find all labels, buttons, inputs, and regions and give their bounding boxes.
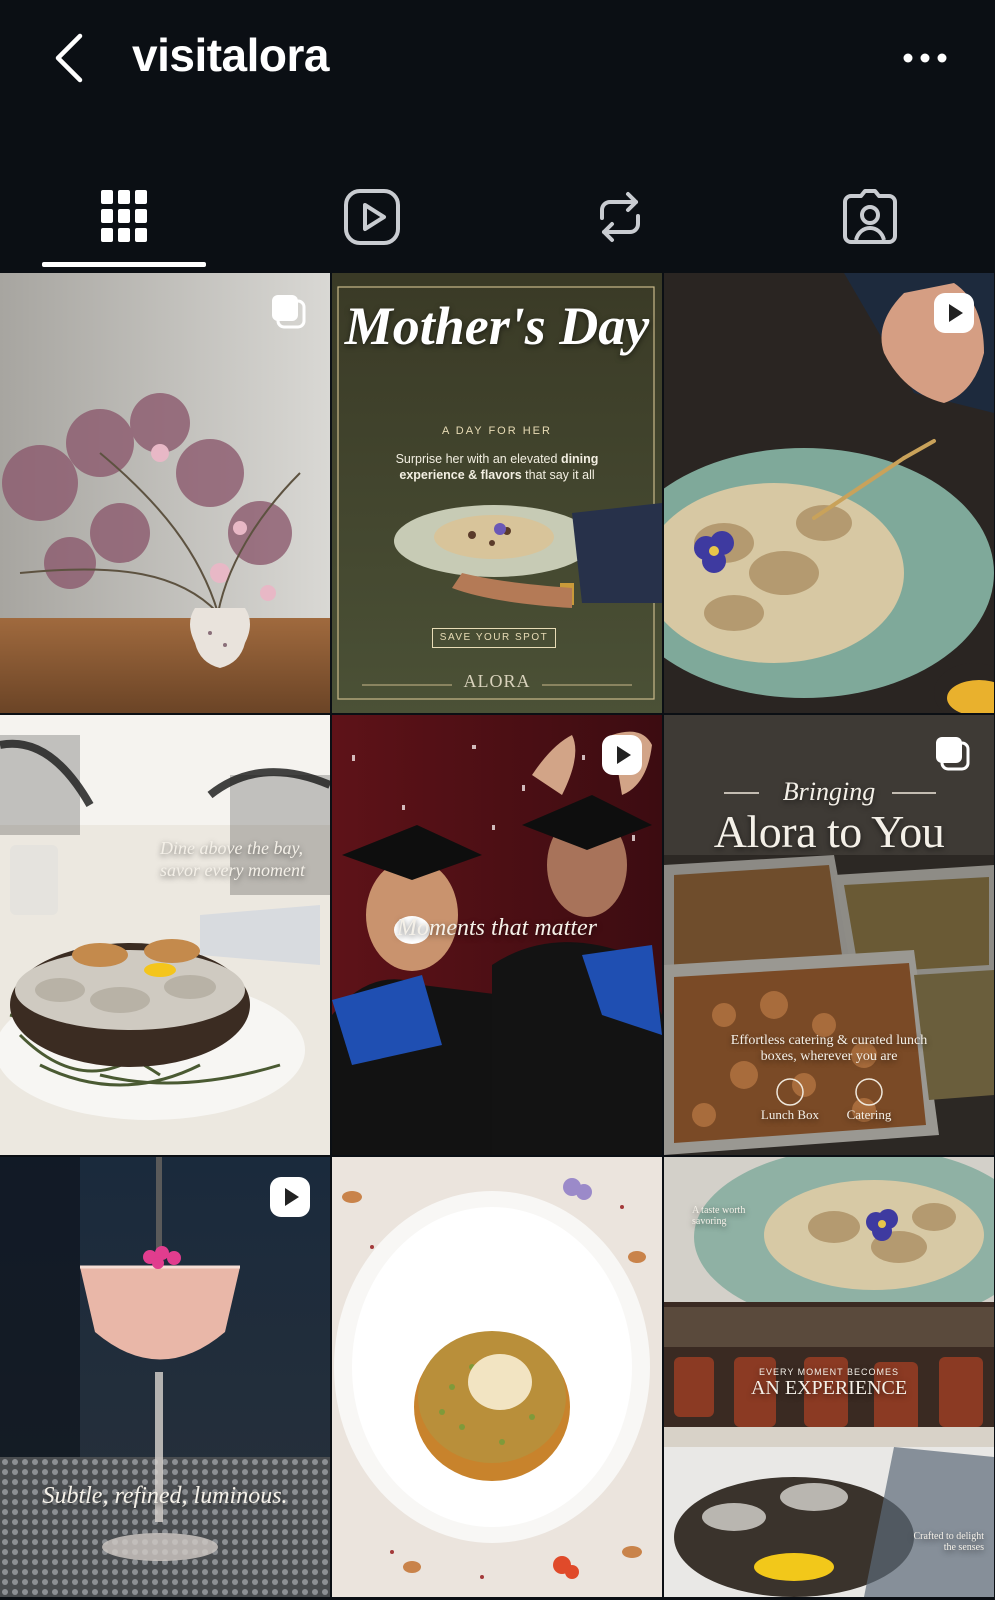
post-caption-overlay: Dine above the bay, savor every moment (160, 837, 310, 881)
reel-icon (934, 293, 974, 333)
post-tagline: A DAY FOR HER (442, 425, 552, 437)
reel-icon (270, 1177, 310, 1217)
post-thumbnail[interactable] (0, 273, 330, 713)
post-headline: Alora to You (713, 806, 945, 857)
post-image (332, 1157, 662, 1597)
post-headline: Mother's Day (344, 296, 650, 356)
post-thumbnail[interactable] (332, 1157, 662, 1597)
post-script-text: Bringing (782, 777, 876, 806)
post-image (0, 1157, 330, 1597)
post-body-bold: experience & flavors (399, 468, 522, 482)
post-caption-line: savor every moment (160, 860, 305, 880)
post-image (0, 715, 330, 1155)
post-caption-line: Crafted to delight (913, 1531, 984, 1542)
post-caption-overlay: A taste worth savoring (692, 1205, 812, 1227)
post-kicker: EVERY MOMENT BECOMES (758, 1367, 900, 1377)
post-thumbnail[interactable]: Subtle, refined, luminous. (0, 1157, 330, 1597)
post-caption-overlay: Moments that matter (397, 915, 597, 941)
post-thumbnail[interactable]: A taste worth savoring EVERY MOMENT BECO… (664, 1157, 994, 1597)
profile-username: visitalora (132, 29, 330, 81)
tagged-icon (843, 189, 897, 244)
post-body-part: Surprise her with an elevated (395, 452, 561, 466)
post-thumbnail[interactable]: Dine above the bay, savor every moment (0, 715, 330, 1155)
tab-reels[interactable] (327, 182, 417, 252)
tab-tagged[interactable] (825, 182, 915, 252)
reel-icon (602, 735, 642, 775)
chevron-left-icon (55, 33, 83, 83)
reposts-icon (600, 192, 640, 242)
post-image (0, 273, 330, 713)
post-body-bold: dining (560, 452, 599, 466)
carousel-icon (936, 737, 970, 771)
post-body-part: that say it all (521, 468, 595, 482)
post-headline: AN EXPERIENCE (750, 1377, 908, 1399)
back-button[interactable] (48, 30, 88, 86)
post-caption-line: savoring (692, 1216, 727, 1227)
post-caption-line: the senses (943, 1542, 984, 1553)
grid-icon (101, 190, 147, 242)
post-thumbnail[interactable] (664, 273, 994, 713)
post-caption-line: boxes, wherever you are (760, 1049, 898, 1064)
tab-reposts[interactable] (575, 182, 665, 252)
active-tab-indicator (42, 262, 206, 267)
more-icon (903, 53, 947, 63)
save-your-spot-label: SAVE YOUR SPOT (432, 628, 556, 648)
profile-header: visitalora (0, 0, 995, 120)
post-caption-line: A taste worth (692, 1205, 746, 1216)
catering-label: Catering (846, 1107, 892, 1122)
brand-logo: ALORA (463, 671, 531, 691)
post-caption-overlay: Effortless catering & curated lunch boxe… (694, 1033, 964, 1065)
post-caption-line: Dine above the bay, (160, 838, 303, 858)
post-caption-overlay: Crafted to delight the senses (864, 1531, 984, 1553)
more-options-button[interactable] (900, 44, 950, 72)
reels-icon (344, 189, 400, 245)
lunch-box-label: Lunch Box (760, 1107, 820, 1122)
post-thumbnail[interactable]: Mother's Day A DAY FOR HER Surprise her … (332, 273, 662, 713)
post-caption-line: Effortless catering & curated lunch (730, 1033, 928, 1048)
carousel-icon (272, 295, 306, 329)
post-caption-overlay: Subtle, refined, luminous. (42, 1483, 288, 1509)
profile-tabs (0, 160, 995, 270)
post-thumbnail[interactable]: Bringing Alora to You Effortless caterin… (664, 715, 994, 1155)
tab-posts-grid[interactable] (79, 182, 169, 252)
post-image (664, 273, 994, 713)
post-body-text: Surprise her with an elevated dining expe… (362, 451, 632, 483)
post-thumbnail[interactable]: Moments that matter (332, 715, 662, 1155)
